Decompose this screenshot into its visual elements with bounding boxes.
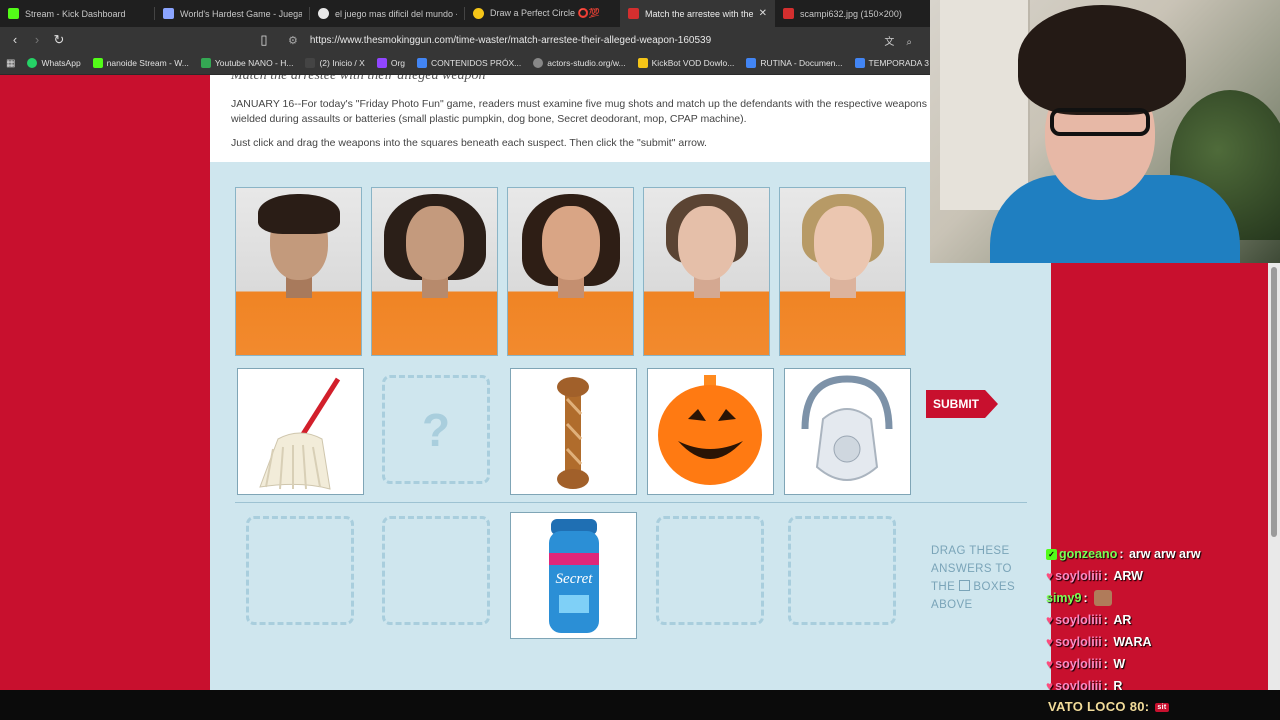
docs-icon bbox=[854, 58, 865, 68]
submit-arrow-button[interactable]: SUBMIT bbox=[926, 390, 998, 418]
web-page: Match the arrestee with their alleged we… bbox=[0, 75, 1051, 690]
heart-badge-icon: ♥ bbox=[1046, 569, 1054, 583]
weapon-slot-empty[interactable]: ? bbox=[382, 375, 490, 484]
mop-icon bbox=[259, 377, 341, 490]
weapon-cpap-machine[interactable] bbox=[784, 368, 911, 495]
article-headline: Match the arrestee with their alleged we… bbox=[231, 75, 486, 83]
tab-scampi-image[interactable]: scampi632.jpg (150×200) bbox=[775, 0, 930, 27]
mugshot-suspect-1 bbox=[235, 187, 362, 356]
bookmark-org[interactable]: Org bbox=[376, 58, 405, 68]
browser-toolbar: ‹ › ↻ ▯ ⚙ https://www.thesmokinggun.com/… bbox=[0, 27, 930, 52]
page-scrollbar[interactable] bbox=[1268, 263, 1280, 690]
question-mark-icon: ? bbox=[421, 403, 451, 456]
site-settings-icon[interactable]: ⚙ bbox=[288, 34, 298, 47]
heart-badge-icon: ♥ bbox=[1046, 657, 1054, 671]
chat-message: ♥ soyloliii: AR bbox=[1046, 613, 1132, 627]
sub-badge-icon: ✓ bbox=[1046, 548, 1057, 560]
tab-bar: Stream - Kick Dashboard World's Hardest … bbox=[0, 0, 930, 27]
dog-bone-icon bbox=[557, 377, 589, 489]
smoking-gun-favicon-icon bbox=[628, 8, 639, 19]
whatsapp-icon bbox=[27, 58, 38, 68]
chat-message: simy9: bbox=[1046, 587, 1268, 609]
deodorant-icon: Secret bbox=[549, 519, 599, 633]
weapon-secret-deodorant[interactable]: Secret bbox=[510, 512, 637, 639]
answer-slot-1[interactable] bbox=[246, 516, 354, 625]
mugshot-suspect-3 bbox=[507, 187, 634, 356]
twitch-icon bbox=[376, 58, 387, 68]
bookmark-youtube-nano[interactable]: Youtube NANO - H... bbox=[200, 58, 293, 68]
tab-perfect-circle[interactable]: Draw a Perfect Circle ⭕💯 bbox=[465, 0, 620, 27]
heart-badge-icon: ♥ bbox=[1046, 613, 1054, 627]
scrollbar-thumb[interactable] bbox=[1271, 267, 1277, 537]
cpap-mask-icon bbox=[801, 375, 893, 481]
google-favicon-icon bbox=[318, 8, 329, 19]
answer-slot-5[interactable] bbox=[788, 516, 896, 625]
drag-instructions: DRAG THESE ANSWERS TO THE BOXES ABOVE bbox=[931, 545, 1016, 611]
bookmark-kickbot[interactable]: KickBot VOD Dowlo... bbox=[637, 58, 734, 68]
mugshot-suspect-5 bbox=[779, 187, 906, 356]
kickbot-icon bbox=[637, 58, 648, 68]
chat-message: ✓ gonzeano: arw arw arw bbox=[1046, 543, 1268, 565]
chat-message: ♥ soyloliii: W bbox=[1046, 657, 1126, 671]
bookmark-star-icon[interactable]: ▯ bbox=[253, 29, 275, 51]
weapon-dog-bone[interactable] bbox=[510, 368, 637, 495]
kick-icon bbox=[92, 58, 103, 68]
tab-kick-dashboard[interactable]: Stream - Kick Dashboard bbox=[0, 0, 155, 27]
tab-match-arrestee[interactable]: Match the arrestee with their alle✕ bbox=[620, 0, 775, 27]
chat-overlay: ✓ gonzeano: arw arw arw ♥ soyloliii: ARW s… bbox=[1046, 543, 1268, 697]
bookmark-whatsapp[interactable]: WhatsApp bbox=[27, 58, 81, 68]
bookmark-rutina[interactable]: RUTINA - Documen... bbox=[746, 58, 843, 68]
article-intro: JANUARY 16--For today's "Friday Photo Fu… bbox=[231, 98, 928, 125]
small-box-icon bbox=[958, 580, 970, 591]
apps-grid-icon[interactable]: ▦ bbox=[6, 52, 15, 74]
divider bbox=[235, 502, 1027, 503]
answer-slot-4[interactable] bbox=[656, 516, 764, 625]
mugshot-suspect-2 bbox=[371, 187, 498, 356]
donation-ticker: VATO LOCO 80: sit bbox=[1048, 699, 1169, 714]
translate-zoom-icons[interactable]: 文⌕ bbox=[884, 33, 924, 48]
game-instructions: Just click and drag the weapons into the… bbox=[231, 137, 707, 149]
circle-favicon-icon bbox=[473, 8, 484, 19]
answer-slot-2[interactable] bbox=[382, 516, 490, 625]
url-text: https://www.thesmokinggun.com/time-waste… bbox=[309, 34, 712, 46]
sheets-icon bbox=[200, 58, 211, 68]
matching-game: ? SUBMIT Secret DRAG THESE ANSWERS TO TH… bbox=[210, 162, 1051, 690]
reload-icon[interactable]: ↻ bbox=[48, 29, 70, 51]
mugshot-suspect-4 bbox=[643, 187, 770, 356]
x-icon bbox=[305, 58, 316, 68]
chat-message: ♥ soyloliii: ARW bbox=[1046, 569, 1143, 583]
bookmark-x-inicio[interactable]: (2) Inicio / X bbox=[305, 58, 365, 68]
docs-icon bbox=[746, 58, 757, 68]
back-icon[interactable]: ‹ bbox=[4, 29, 26, 51]
deodorant-brand-text: Secret bbox=[556, 571, 594, 587]
weapon-plastic-pumpkin[interactable] bbox=[647, 368, 774, 495]
weapon-mop[interactable] bbox=[237, 368, 364, 495]
chat-message: ♥ soyloliii: WARA bbox=[1046, 635, 1152, 649]
close-tab-icon[interactable]: ✕ bbox=[759, 8, 767, 19]
docs-icon bbox=[417, 58, 427, 68]
bookmark-actors-studio[interactable]: actors-studio.org/w... bbox=[533, 58, 626, 68]
globe-icon bbox=[533, 58, 544, 68]
smoking-gun-favicon-icon bbox=[783, 8, 794, 19]
article-content: Match the arrestee with their alleged we… bbox=[210, 75, 1051, 690]
kick-favicon-icon bbox=[8, 8, 19, 19]
game-favicon-icon bbox=[163, 8, 174, 19]
tab-google-search[interactable]: el juego mas dificil del mundo - Bus bbox=[310, 0, 465, 27]
bookmarks-bar: ▦ WhatsApp nanoide Stream - W... Youtube… bbox=[0, 52, 954, 75]
forward-icon[interactable]: › bbox=[26, 29, 48, 51]
bookmark-nanoide-stream[interactable]: nanoide Stream - W... bbox=[92, 58, 189, 68]
address-bar[interactable]: ⚙ https://www.thesmokinggun.com/time-was… bbox=[280, 30, 930, 50]
pumpkin-icon bbox=[658, 375, 762, 485]
heart-badge-icon: ♥ bbox=[1046, 635, 1054, 649]
tab-worlds-hardest-game[interactable]: World's Hardest Game - Juega onlin bbox=[155, 0, 310, 27]
emote-icon bbox=[1093, 590, 1112, 606]
webcam-feed bbox=[930, 0, 1280, 263]
bookmark-contenidos[interactable]: CONTENIDOS PRÓX... bbox=[417, 58, 521, 68]
screen: Stream - Kick Dashboard World's Hardest … bbox=[0, 0, 1280, 720]
